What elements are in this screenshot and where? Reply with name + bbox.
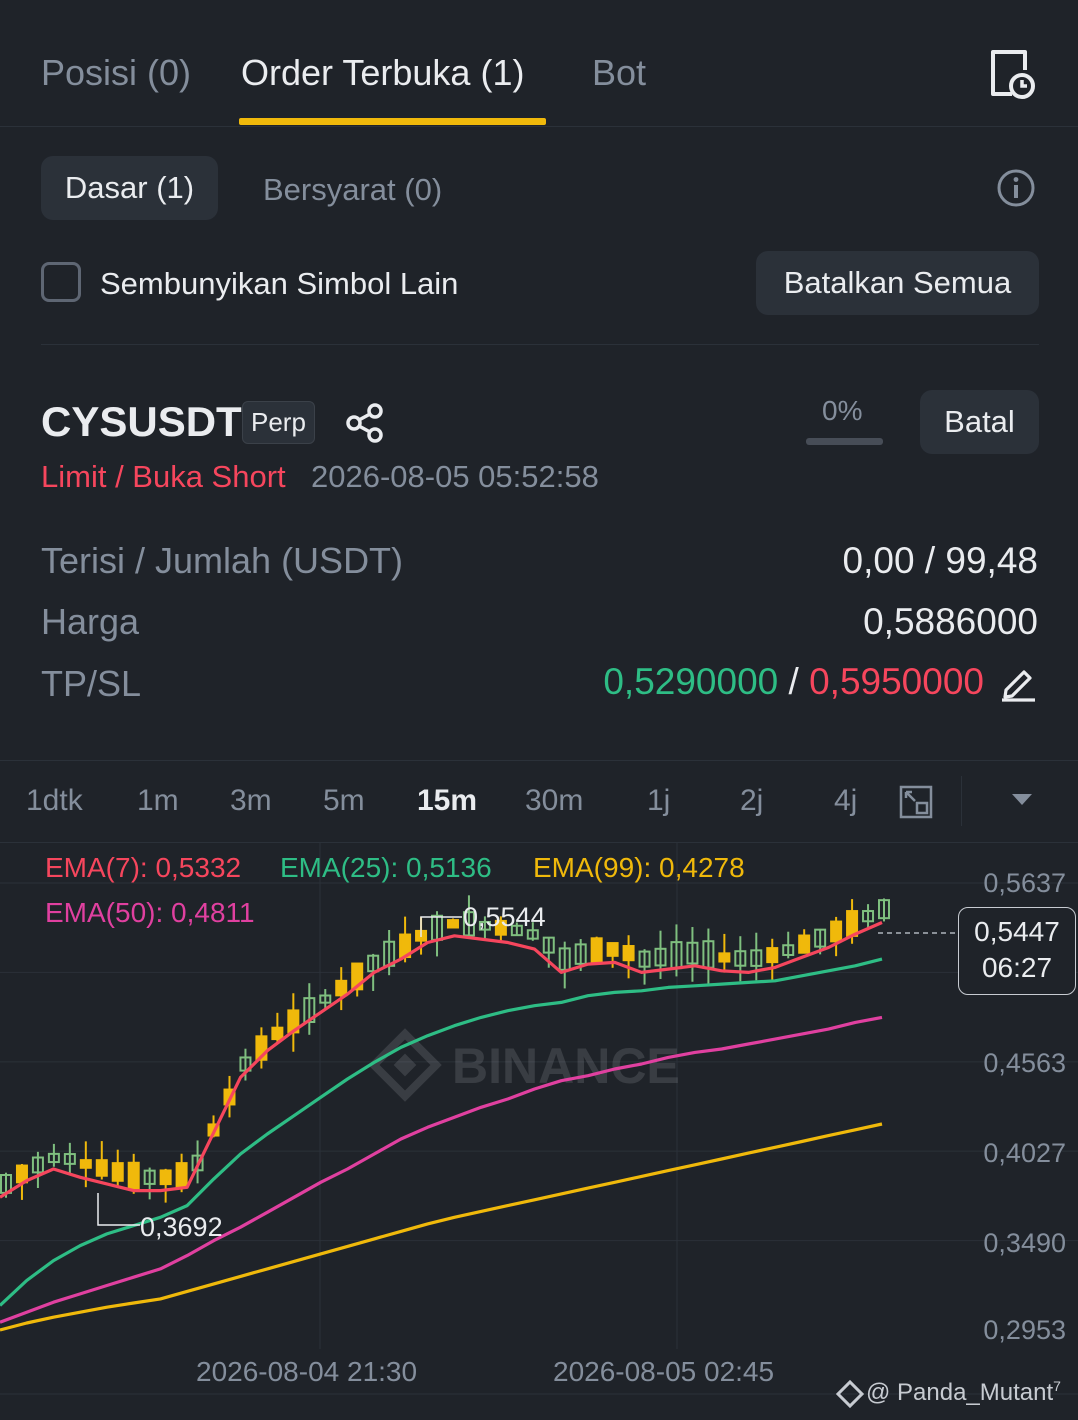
timeframe-3m[interactable]: 3m	[230, 784, 272, 818]
binance-logo-icon	[835, 1379, 865, 1408]
price-value: 0,5886000	[863, 601, 1038, 642]
subtab-basic[interactable]: Dasar (1)	[41, 156, 218, 220]
candle-body	[830, 920, 843, 943]
sl-value: 0,5950000	[809, 661, 984, 702]
info-icon[interactable]	[996, 168, 1036, 208]
user-handle: @ Panda_Mutant	[866, 1379, 1054, 1406]
candle-body	[798, 934, 811, 954]
x-tick-1: 2026-08-05 02:45	[553, 1356, 775, 1387]
ema-lines	[0, 921, 883, 1332]
user-watermark: @ Panda_Mutant7	[835, 1378, 1061, 1408]
expand-chart-icon[interactable]	[898, 784, 934, 820]
section-divider	[41, 344, 1039, 345]
order-time: 2026-08-05 05:52:58	[311, 459, 599, 494]
order-symbol: CYSUSDT	[41, 398, 242, 445]
fill-percent: 0%	[822, 395, 863, 426]
edit-pencil-icon[interactable]	[998, 662, 1038, 702]
candle-body	[446, 919, 459, 929]
share-icon[interactable]	[344, 402, 386, 444]
candle-body	[606, 942, 619, 957]
timeframe-1m[interactable]: 1m	[137, 784, 179, 818]
low-label: 0,3692	[140, 1212, 223, 1242]
chart-section-divider	[0, 760, 1078, 761]
timeframe-5m[interactable]: 5m	[323, 784, 365, 818]
candle-body	[622, 945, 635, 962]
y-tick-2: 0,4027	[983, 1138, 1066, 1168]
candle-body	[111, 1162, 124, 1182]
fill-progress-track	[806, 438, 883, 445]
toolbar-divider	[961, 776, 962, 826]
subtab-basic-label: Dasar (1)	[64, 170, 195, 205]
x-tick-0: 2026-08-04 21:30	[196, 1356, 418, 1387]
tpsl-values: 0,5290000 / 0,5950000	[603, 661, 984, 703]
candle-body	[335, 979, 348, 997]
subtab-conditional[interactable]: Bersyarat (0)	[263, 172, 442, 208]
dropdown-chevron-icon[interactable]	[1012, 794, 1032, 805]
timeframe-15m[interactable]: 15m	[417, 784, 477, 818]
tpsl-label: TP/SL	[41, 663, 142, 704]
tab-bot[interactable]: Bot	[592, 52, 646, 94]
candle-body	[590, 937, 603, 964]
cancel-order-label: Batal	[944, 404, 1015, 439]
candle-body	[159, 1169, 172, 1186]
tab-positions[interactable]: Posisi (0)	[41, 52, 191, 94]
candle-body	[766, 947, 779, 964]
timeframe-30m[interactable]: 30m	[525, 784, 583, 818]
hide-other-symbols-label: Sembunyikan Simbol Lain	[100, 266, 459, 301]
tp-value: 0,5290000	[603, 661, 779, 702]
cancel-all-label: Batalkan Semua	[783, 265, 1012, 300]
filled-amount-value: 0,00 / 99,48	[842, 540, 1038, 581]
candle-body	[718, 952, 731, 963]
timeframe-4j[interactable]: 4j	[834, 784, 857, 818]
timeframe-2j[interactable]: 2j	[740, 784, 763, 818]
current-price-box: 0,5447 06:27	[958, 907, 1076, 995]
order-type: Limit / Buka Short	[41, 459, 286, 494]
y-tick-1: 0,4563	[983, 1048, 1066, 1078]
filled-amount-label: Terisi / Jumlah (USDT)	[41, 540, 404, 581]
candle-countdown: 06:27	[981, 952, 1053, 983]
candle-body	[79, 1159, 92, 1169]
active-tab-indicator	[239, 118, 546, 125]
ema-line	[0, 921, 883, 1199]
hide-other-symbols-checkbox[interactable]	[41, 262, 81, 302]
cancel-all-button[interactable]: Batalkan Semua	[756, 251, 1039, 315]
y-tick-4: 0,2953	[983, 1315, 1066, 1345]
price-chart[interactable]: BINANCE 0,5544 0,3692	[0, 843, 1078, 1395]
candle-body	[175, 1162, 188, 1189]
perp-badge: Perp	[242, 401, 315, 444]
low-marker-line	[97, 1193, 140, 1226]
candle-body	[127, 1161, 140, 1191]
header-divider	[0, 126, 1078, 127]
tab-open-orders[interactable]: Order Terbuka (1)	[241, 52, 524, 94]
candle-body	[846, 910, 859, 937]
ema-line	[0, 957, 883, 1307]
tpsl-separator: /	[788, 661, 799, 702]
candle-body	[95, 1159, 108, 1177]
timeframe-1dtk[interactable]: 1dtk	[26, 784, 83, 818]
candles-group	[0, 895, 890, 1203]
cancel-order-button[interactable]: Batal	[920, 390, 1039, 454]
y-tick-0: 0,5637	[983, 868, 1066, 898]
price-label: Harga	[41, 601, 140, 642]
candle-body	[271, 1026, 284, 1041]
current-price: 0,5447	[974, 916, 1060, 947]
y-tick-3: 0,3490	[983, 1228, 1066, 1258]
watermark-text: BINANCE	[452, 1038, 680, 1094]
timeframe-1j[interactable]: 1j	[647, 784, 670, 818]
user-superscript: 7	[1053, 1378, 1061, 1394]
order-history-icon[interactable]	[988, 48, 1038, 100]
high-label: 0,5544	[463, 902, 546, 932]
